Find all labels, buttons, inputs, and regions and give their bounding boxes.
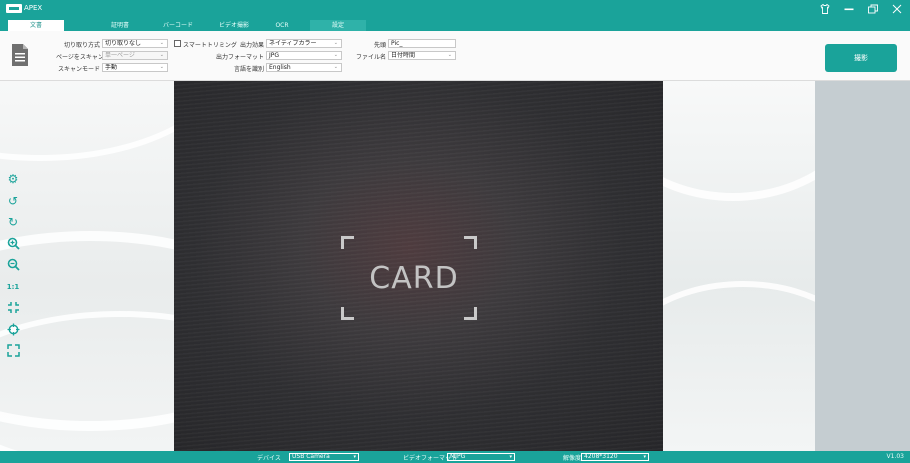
rotate-left-icon[interactable]: ↺: [6, 194, 20, 208]
scan-mode-label: スキャンモード: [57, 66, 100, 73]
frame-corner-bottom-left: [341, 307, 354, 320]
resolution-label: 解像度: [563, 455, 582, 462]
video-format-value: MJPG: [450, 453, 466, 460]
frame-corner-bottom-right: [464, 307, 477, 320]
status-bar: デバイス USB Camera ▾ ビデオフォーマット MJPG ▾ 解像度 420…: [0, 451, 910, 463]
file-name-select[interactable]: 日付時間 ⌄: [388, 51, 456, 60]
video-format-select[interactable]: MJPG ▾: [447, 453, 515, 461]
chevron-down-icon: ▾: [643, 454, 646, 460]
page-scan-label: ページをスキャン: [56, 54, 104, 61]
output-format-value: JPG: [269, 52, 280, 59]
actual-size-icon[interactable]: 1:1: [6, 280, 20, 294]
title-bar: APEX: [0, 0, 910, 20]
output-effect-value: ネイティブカラー: [269, 40, 317, 47]
device-select[interactable]: USB Camera ▾: [289, 453, 359, 461]
prefix-label: 先頭: [373, 42, 386, 49]
chevron-down-icon: ⌄: [333, 64, 338, 70]
output-effect-label: 出力効果: [239, 42, 264, 49]
tab-settings[interactable]: 設定: [310, 20, 366, 31]
restore-icon[interactable]: [866, 3, 880, 16]
tab-barcode[interactable]: バーコード: [150, 20, 206, 31]
right-background: [663, 81, 815, 451]
fit-screen-icon[interactable]: [6, 301, 20, 315]
chevron-down-icon: ⌄: [159, 40, 164, 46]
chevron-down-icon: ⌄: [447, 52, 452, 58]
frame-corner-top-right: [464, 236, 477, 249]
fullscreen-icon[interactable]: [6, 344, 20, 358]
scan-mode-value: 手動: [105, 64, 118, 71]
device-label: デバイス: [257, 455, 281, 462]
main-area: CARD ⚙ ↺ ↻ 1:1: [0, 81, 910, 451]
window-controls: [818, 3, 904, 16]
card-overlay-text: CARD: [369, 261, 459, 296]
minimize-icon[interactable]: [842, 3, 856, 16]
document-icon: [10, 43, 30, 67]
file-name-label: ファイル名: [356, 54, 387, 61]
left-toolbar: ⚙ ↺ ↻ 1:1: [6, 172, 20, 366]
language-select[interactable]: English ⌄: [266, 63, 342, 72]
crop-mode-value: 切り取りなし: [105, 40, 142, 47]
camera-preview[interactable]: CARD: [174, 81, 663, 451]
settings-icon[interactable]: ⚙: [6, 172, 20, 186]
left-background: [0, 81, 174, 451]
chevron-down-icon: ⌄: [159, 64, 164, 70]
file-name-value: 日付時間: [391, 52, 416, 59]
thumbnail-panel: [815, 81, 910, 451]
prefix-input[interactable]: Pic_: [388, 39, 456, 48]
crop-mode-select[interactable]: 切り取りなし ⌄: [102, 39, 168, 48]
chevron-down-icon: ⌄: [333, 52, 338, 58]
resolution-value: 4208*3120: [584, 453, 618, 460]
chevron-down-icon: ⌄: [333, 40, 338, 46]
smart-trim-checkbox[interactable]: [174, 40, 181, 47]
frame-corner-top-left: [341, 236, 354, 249]
focus-icon[interactable]: [6, 323, 20, 337]
page-scan-value: 単一ページ: [105, 52, 135, 59]
language-label: 言語を識別: [233, 66, 264, 73]
output-format-label: 出力フォーマット: [215, 54, 264, 61]
shirt-icon[interactable]: [818, 3, 832, 16]
app-logo-icon: [6, 4, 22, 13]
tab-document[interactable]: 文書: [8, 20, 64, 31]
zoom-in-icon[interactable]: [6, 237, 20, 251]
mode-tab-bar: 文書 証明書 バーコード ビデオ撮影 OCR 設定: [0, 20, 910, 31]
close-icon[interactable]: [890, 3, 904, 16]
crop-mode-label: 切り取り方式: [64, 42, 101, 49]
zoom-out-icon[interactable]: [6, 258, 20, 272]
chevron-down-icon: ▾: [353, 454, 356, 460]
device-value: USB Camera: [292, 453, 330, 460]
version-label: V1.03: [886, 453, 904, 460]
tab-ocr[interactable]: OCR: [254, 20, 310, 31]
resolution-select[interactable]: 4208*3120 ▾: [581, 453, 649, 461]
output-effect-select[interactable]: ネイティブカラー ⌄: [266, 39, 342, 48]
chevron-down-icon: ⌄: [159, 52, 164, 58]
rotate-right-icon[interactable]: ↻: [6, 215, 20, 229]
page-scan-select[interactable]: 単一ページ ⌄: [102, 51, 168, 60]
output-format-select[interactable]: JPG ⌄: [266, 51, 342, 60]
chevron-down-icon: ▾: [509, 454, 512, 460]
language-value: English: [269, 64, 291, 71]
tab-certificate[interactable]: 証明書: [92, 20, 148, 31]
app-title: APEX: [24, 4, 43, 12]
scan-mode-select[interactable]: 手動 ⌄: [102, 63, 168, 72]
capture-button[interactable]: 撮影: [825, 44, 897, 72]
